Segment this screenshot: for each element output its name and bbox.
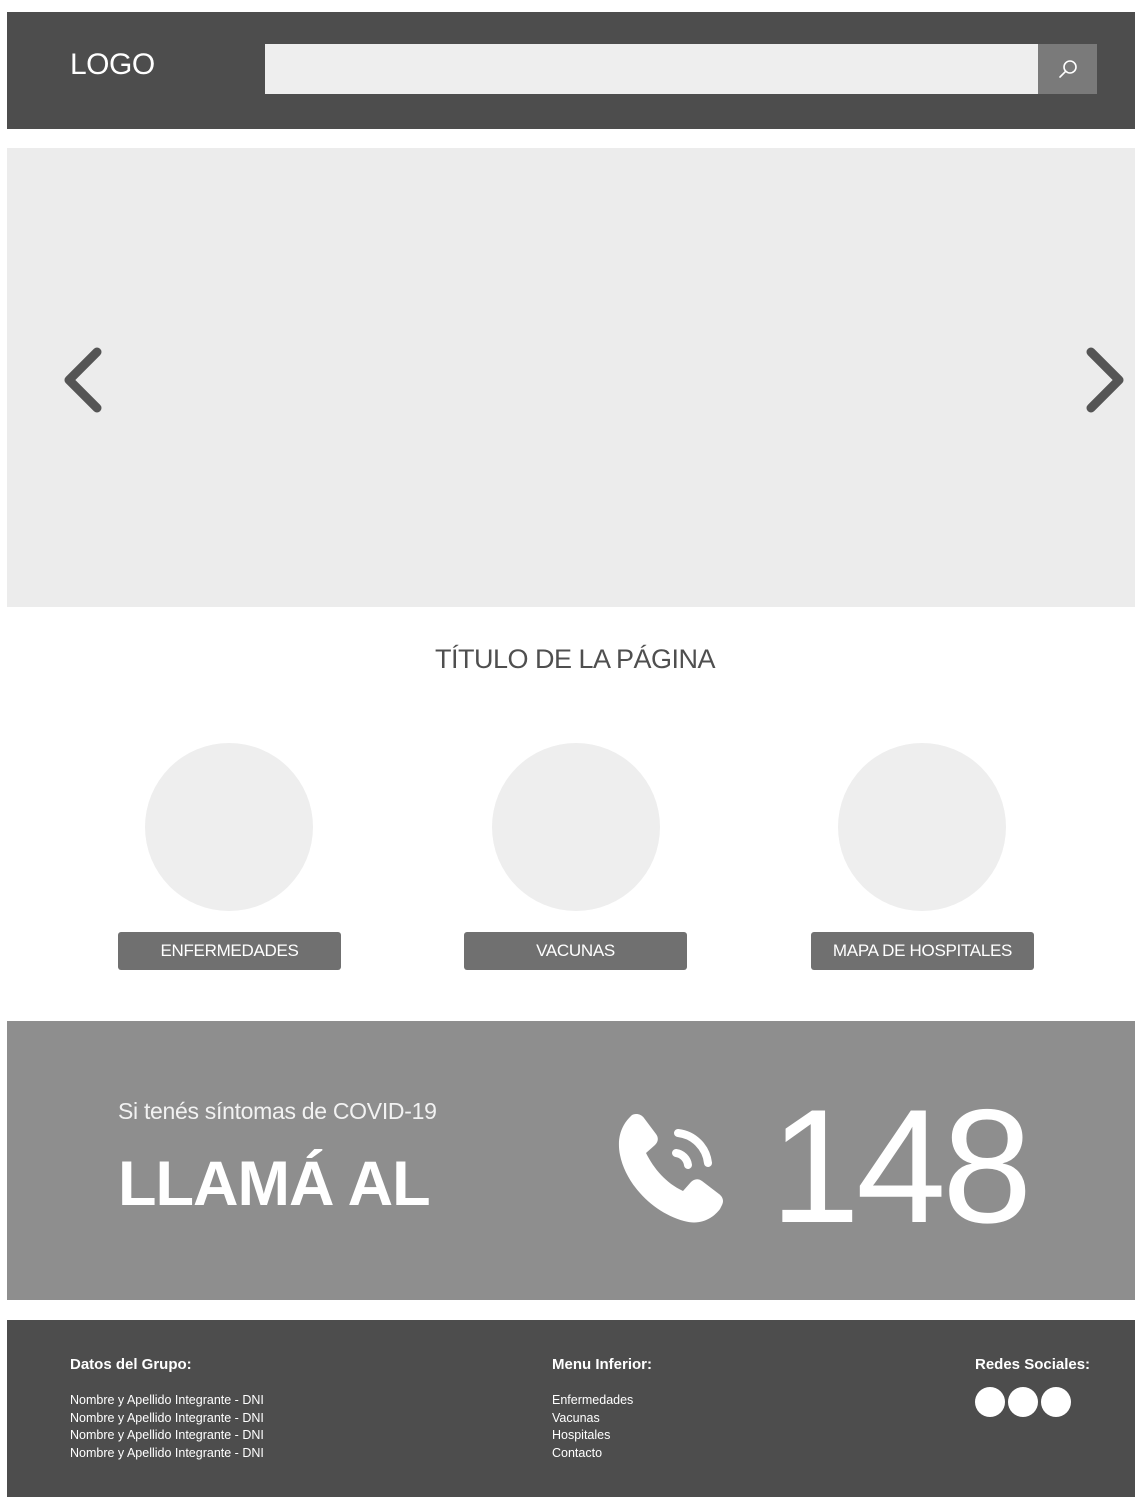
member-item: Nombre y Apellido Integrante - DNI	[70, 1410, 264, 1425]
phone-icon	[618, 1114, 723, 1223]
slider-next-button[interactable]	[1080, 340, 1130, 420]
footer-group-title: Datos del Grupo:	[70, 1356, 192, 1373]
search-icon	[1058, 60, 1077, 78]
footer-link-vacunas[interactable]: Vacunas	[552, 1410, 633, 1428]
enfermedades-button[interactable]: ENFERMEDADES	[118, 932, 341, 970]
social-icon[interactable]	[1008, 1387, 1038, 1417]
footer-menu: Enfermedades Vacunas Hospitales Contacto	[552, 1392, 633, 1462]
footer-link-enfermedades[interactable]: Enfermedades	[552, 1392, 633, 1410]
search-input[interactable]	[265, 44, 1038, 94]
chevron-left-icon	[64, 347, 102, 413]
vacunas-button[interactable]: VACUNAS	[464, 932, 687, 970]
category-image-hospitales[interactable]	[838, 743, 1006, 911]
member-item: Nombre y Apellido Integrante - DNI	[70, 1393, 264, 1407]
footer-menu-title: Menu Inferior:	[552, 1356, 652, 1373]
footer-link-contacto[interactable]: Contacto	[552, 1445, 633, 1463]
covid-call-text: LLAMÁ AL	[118, 1149, 431, 1219]
covid-phone-number[interactable]: 148	[770, 1086, 1032, 1248]
covid-subtitle: Si tenés síntomas de COVID-19	[118, 1098, 437, 1124]
slider-prev-button[interactable]	[58, 340, 108, 420]
footer-social-title: Redes Sociales:	[975, 1356, 1091, 1373]
logo[interactable]: LOGO	[70, 48, 155, 82]
search-button[interactable]	[1038, 44, 1097, 94]
social-icon[interactable]	[975, 1387, 1005, 1417]
social-icon[interactable]	[1041, 1387, 1071, 1417]
mapa-hospitales-button[interactable]: MAPA DE HOSPITALES	[811, 932, 1034, 970]
member-list: Nombre y Apellido Integrante - DNI Nombr…	[70, 1392, 264, 1462]
category-image-vacunas[interactable]	[492, 743, 660, 911]
footer-link-hospitales[interactable]: Hospitales	[552, 1427, 633, 1445]
member-item: Nombre y Apellido Integrante - DNI	[70, 1428, 264, 1442]
page-title: TÍTULO DE LA PÁGINA	[434, 644, 716, 674]
member-item: Nombre y Apellido Integrante - DNI	[70, 1445, 264, 1460]
hero-slider	[7, 148, 1135, 607]
category-image-enfermedades[interactable]	[145, 743, 313, 911]
chevron-right-icon	[1086, 347, 1124, 413]
